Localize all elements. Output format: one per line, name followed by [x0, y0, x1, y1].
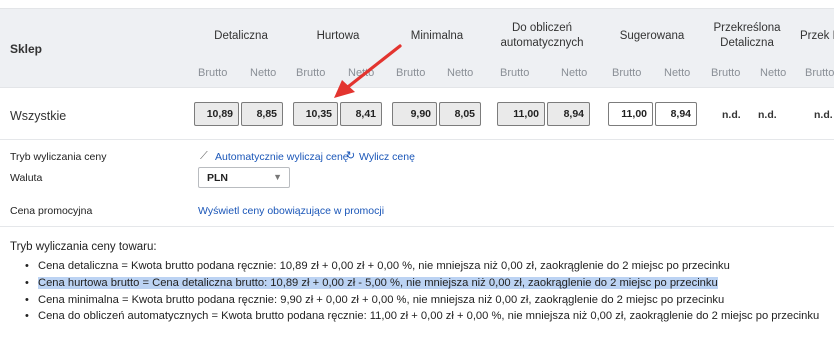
sugerowana-brutto-input[interactable]: 11,00	[608, 102, 653, 126]
bullet: •	[25, 294, 29, 306]
subheader-brutto: Brutto	[711, 67, 741, 79]
subheader-brutto: Brutto	[198, 67, 228, 79]
detaliczna-netto-input[interactable]: 8,85	[241, 102, 283, 126]
info-title: Tryb wyliczania ceny towaru:	[10, 241, 157, 253]
detaliczna-brutto-input[interactable]: 10,89	[194, 102, 239, 126]
auto-netto-input[interactable]: 8,94	[547, 102, 590, 126]
column-group-przekreslona: Przekreślona Detaliczna	[713, 22, 781, 49]
bullet: •	[25, 277, 29, 289]
info-line-auto: Cena do obliczeń automatycznych = Kwota …	[38, 310, 820, 322]
przek-hurtowa-brutto-nd: n.d.	[814, 109, 833, 121]
info-line-hurtowa: Cena hurtowa brutto = Cena detaliczna br…	[38, 277, 718, 289]
info-line-detaliczna: Cena detaliczna = Kwota brutto podana rę…	[38, 260, 730, 272]
row-divider	[0, 139, 834, 140]
currency-value: PLN	[207, 172, 228, 184]
subheader-netto: Netto	[447, 67, 474, 79]
bullet: •	[25, 260, 29, 272]
subheader-netto: Netto	[250, 67, 277, 79]
column-header-sklep: Sklep	[10, 42, 43, 56]
bullet: •	[25, 310, 29, 322]
hurtowa-netto-input[interactable]: 8,41	[340, 102, 382, 126]
subheader-brutto: Brutto	[296, 67, 326, 79]
sugerowana-netto-input[interactable]: 8,94	[655, 102, 697, 126]
waluta-label: Waluta	[10, 172, 43, 184]
auto-brutto-input[interactable]: 11,00	[497, 102, 545, 126]
chevron-down-icon: ▼	[273, 172, 282, 182]
annotation-arrow-icon	[334, 44, 402, 98]
subheader-netto: Netto	[561, 67, 588, 79]
calc-price-link[interactable]: Wylicz cenę	[359, 151, 415, 163]
subheader-brutto: Brutto	[805, 67, 834, 79]
store-name: Wszystkie	[10, 109, 67, 123]
minimalna-brutto-input[interactable]: 9,90	[392, 102, 437, 126]
przekreslona-brutto-nd: n.d.	[722, 109, 741, 121]
column-group-auto: Do obliczeń automatycznych	[500, 22, 584, 49]
subheader-brutto: Brutto	[500, 67, 530, 79]
tryb-label: Tryb wyliczania ceny	[10, 151, 107, 163]
column-group-sugerowana: Sugerowana	[619, 29, 685, 42]
price-table-header: Sklep Detaliczna Hurtowa Minimalna Do ob…	[0, 8, 834, 88]
subheader-brutto: Brutto	[612, 67, 642, 79]
refresh-calc-icon[interactable]: ↻	[346, 149, 355, 162]
column-group-przek-hurtowa: Przek Hu	[800, 29, 834, 42]
hurtowa-brutto-input[interactable]: 10,35	[293, 102, 338, 126]
promo-label: Cena promocyjna	[10, 205, 93, 217]
przekreslona-netto-nd: n.d.	[758, 109, 777, 121]
subheader-netto: Netto	[664, 67, 691, 79]
minimalna-netto-input[interactable]: 8,05	[439, 102, 481, 126]
column-group-detaliczna: Detaliczna	[214, 29, 268, 42]
magic-wand-icon: ⟋	[200, 150, 208, 162]
promo-prices-link[interactable]: Wyświetl ceny obowiązujące w promocji	[198, 205, 384, 217]
info-line-minimalna: Cena minimalna = Kwota brutto podana ręc…	[38, 294, 725, 306]
currency-select[interactable]: PLN ▼	[198, 167, 290, 188]
subheader-netto: Netto	[760, 67, 787, 79]
auto-calc-link[interactable]: Automatycznie wyliczaj cenę	[215, 151, 349, 163]
section-divider	[0, 226, 834, 227]
